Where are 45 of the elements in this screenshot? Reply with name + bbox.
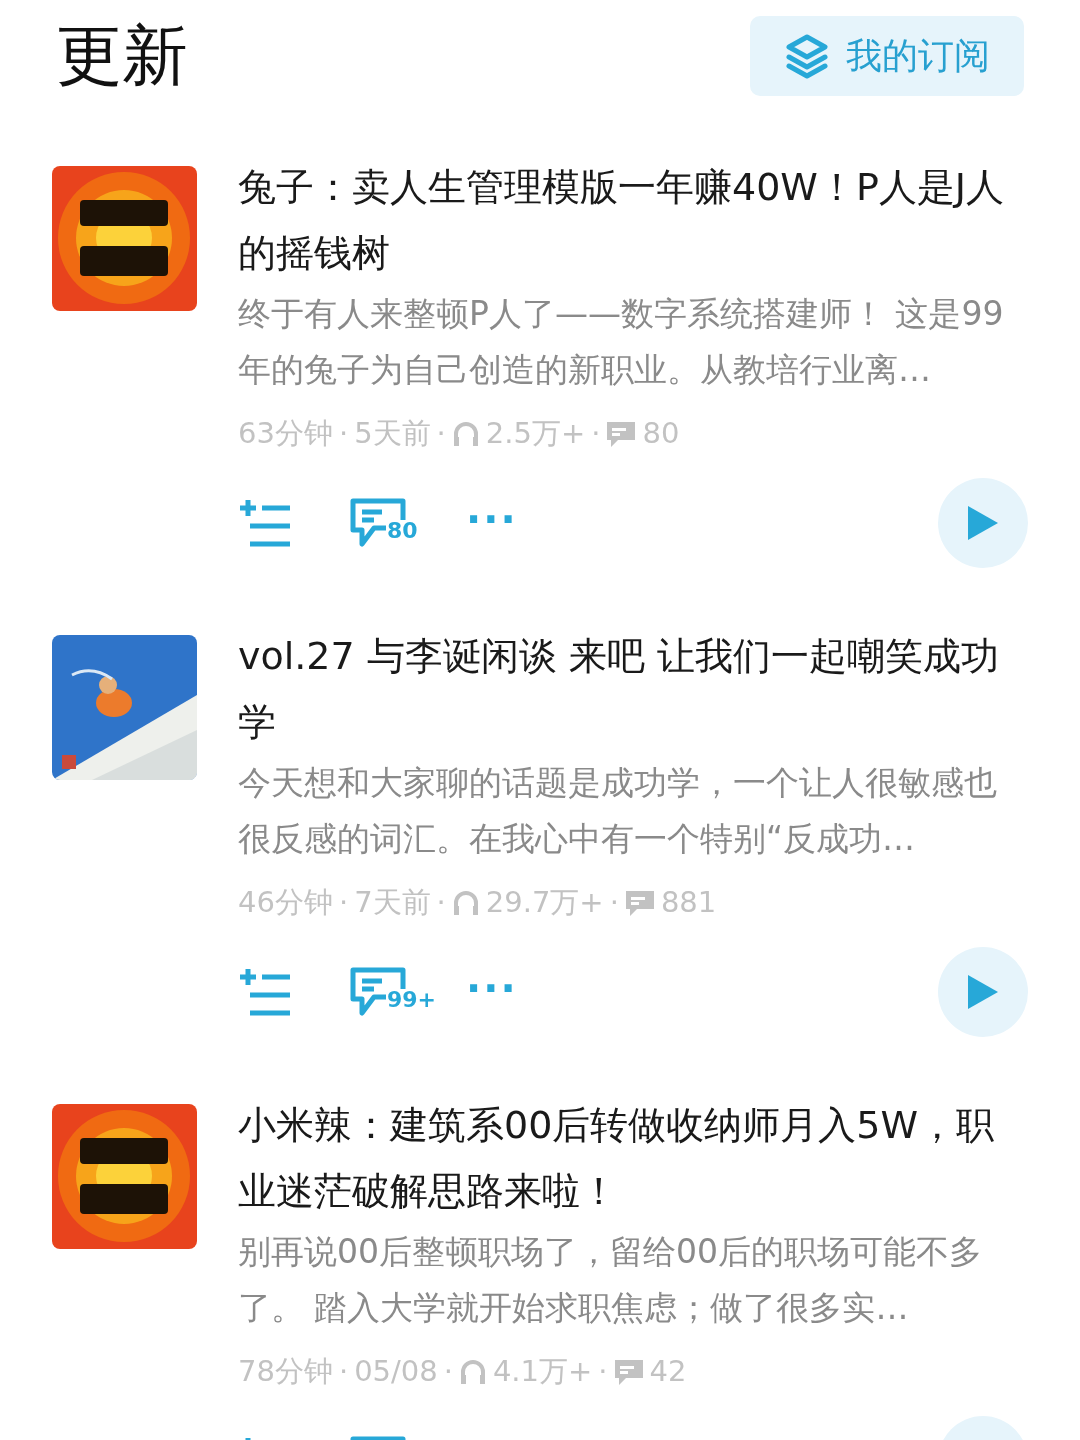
more-button[interactable]: ··· bbox=[466, 498, 518, 539]
episode-title[interactable]: 小米辣：建筑系00后转做收纳师月入5W，职业迷茫破解思路来啦！ bbox=[238, 1092, 1026, 1224]
comment-icon bbox=[606, 419, 637, 448]
separator-dot: · bbox=[598, 1353, 608, 1390]
separator-dot: · bbox=[338, 415, 349, 452]
comment-count: 881 bbox=[660, 884, 717, 921]
play-count: 29.7万+ bbox=[485, 884, 604, 921]
add-to-playlist-button[interactable] bbox=[238, 966, 292, 1017]
comments-button[interactable]: 80 bbox=[350, 497, 430, 548]
add-to-playlist-button[interactable] bbox=[238, 497, 292, 548]
episode-description: 别再说00后整顿职场了，留给00后的职场可能不多了。 踏入大学就开始求职焦虑；做了很多实… bbox=[238, 1231, 983, 1329]
separator-dot: · bbox=[591, 415, 601, 452]
add-to-list-icon bbox=[238, 966, 292, 1017]
play-icon bbox=[966, 503, 1000, 542]
more-button[interactable]: ··· bbox=[466, 967, 518, 1008]
add-to-list-icon bbox=[238, 497, 292, 548]
duration-text: 46分钟 bbox=[238, 884, 333, 921]
date-text: 05/08 bbox=[354, 1353, 438, 1390]
episode-description: 终于有人来整顿P人了——数字系统搭建师！ 这是99年的兔子为自己创造的新职业。从教培行业离… bbox=[238, 293, 1005, 391]
play-count: 4.1万+ bbox=[492, 1353, 593, 1390]
play-icon bbox=[966, 972, 1000, 1011]
separator-dot: · bbox=[436, 884, 446, 921]
episode-title[interactable]: 兔子：卖人生管理模版一年赚40W！P人是J人的摇钱树 bbox=[238, 154, 1026, 286]
comment-count: 80 bbox=[642, 415, 680, 452]
date-text: 7天前 bbox=[354, 884, 431, 921]
subscriptions-button[interactable]: 我的订阅 bbox=[750, 16, 1024, 96]
headphones-icon bbox=[451, 888, 480, 917]
episode-description: 今天想和大家聊的话题是成功学，一个让人很敏感也很反感的词汇。在我心中有一个特别“反成功… bbox=[238, 762, 998, 860]
separator-dot: · bbox=[436, 415, 446, 452]
duration-text: 78分钟 bbox=[238, 1353, 333, 1390]
separator-dot: · bbox=[443, 1353, 453, 1390]
comment-count: 42 bbox=[649, 1353, 687, 1390]
play-count: 2.5万+ bbox=[485, 415, 586, 452]
headphones-icon bbox=[458, 1357, 487, 1386]
comment-icon bbox=[613, 1357, 644, 1386]
separator-dot: · bbox=[609, 884, 619, 921]
duration-text: 63分钟 bbox=[238, 415, 333, 452]
comment-icon bbox=[624, 888, 655, 917]
separator-dot: · bbox=[338, 884, 349, 921]
page-title: 更新 bbox=[56, 23, 188, 89]
headphones-icon bbox=[451, 419, 480, 448]
layers-icon bbox=[784, 33, 830, 79]
episode-title[interactable]: vol.27 与李诞闲谈 来吧 让我们一起嘲笑成功学 bbox=[238, 623, 1026, 755]
separator-dot: · bbox=[338, 1353, 349, 1390]
date-text: 5天前 bbox=[354, 415, 431, 452]
